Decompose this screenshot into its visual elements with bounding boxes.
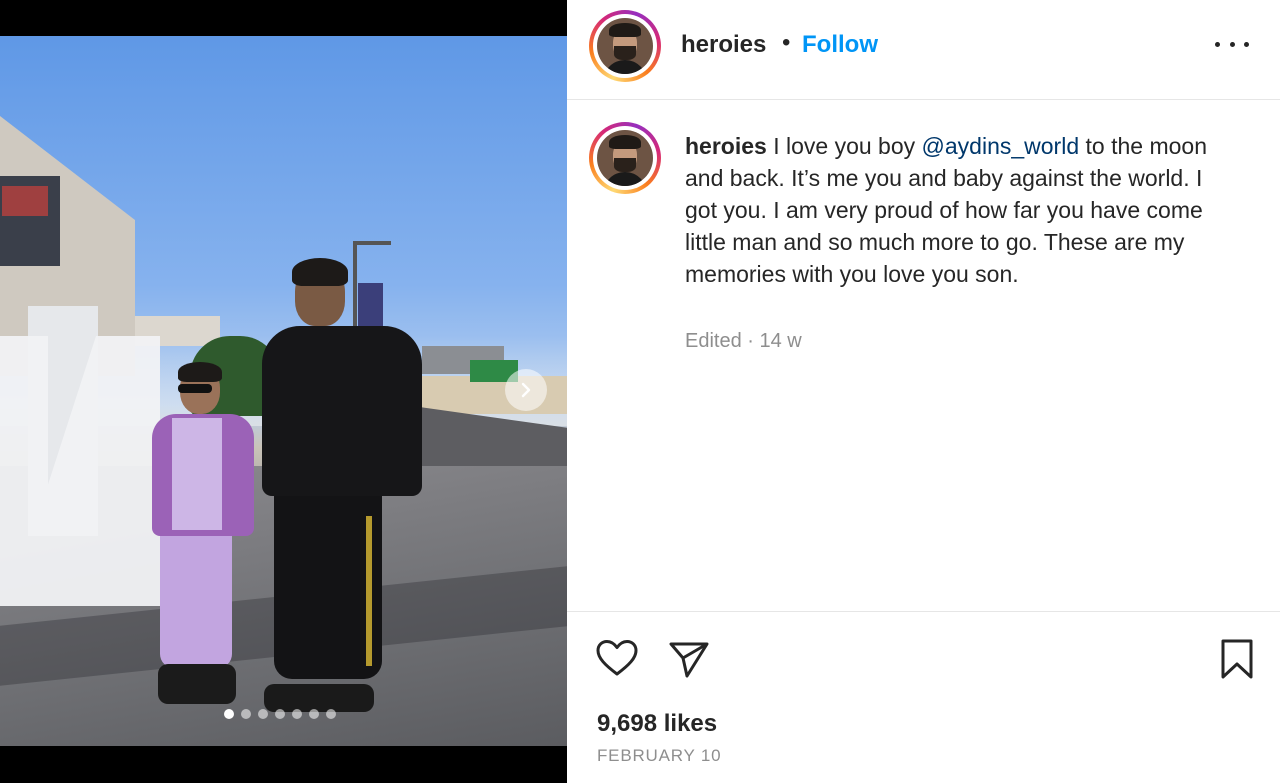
paper-plane-icon [669, 642, 709, 678]
carousel-indicator [224, 709, 336, 719]
photo-boy-pants [160, 528, 232, 668]
carousel-dot [326, 709, 336, 719]
like-button[interactable] [595, 637, 639, 681]
caption-text: heroies I love you boy @aydins_world to … [685, 130, 1235, 290]
avatar-hair [609, 135, 641, 149]
heart-outline-icon [596, 640, 638, 676]
avatar-body [603, 172, 647, 186]
save-button[interactable] [1215, 637, 1259, 681]
avatar-border [593, 14, 657, 78]
avatar-image [597, 130, 653, 186]
photo-boy-hair [178, 362, 222, 382]
bookmark-outline-icon [1221, 639, 1253, 679]
follow-button[interactable]: Follow [802, 31, 878, 59]
post-footer: 9,698 likes FEBRUARY 10 [567, 611, 1280, 783]
avatar-beard [614, 158, 636, 172]
header-username[interactable]: heroies [681, 31, 766, 59]
caption-mention-link[interactable]: @aydins_world [922, 133, 1080, 159]
avatar-body [603, 60, 647, 74]
photo-boy-sunglasses [178, 384, 212, 393]
more-horizontal-icon [1229, 41, 1235, 47]
chevron-right-icon [521, 382, 531, 398]
header-separator: • [782, 29, 791, 56]
photo-street-light-arm [353, 241, 391, 245]
photo-man-hoodie [262, 326, 422, 496]
header-avatar[interactable] [589, 10, 661, 82]
photo-boy-shoes [158, 664, 236, 704]
meta-separator: · [741, 330, 760, 352]
carousel-dot [292, 709, 302, 719]
more-horizontal-icon [1215, 41, 1220, 47]
carousel-dot [241, 709, 251, 719]
more-horizontal-icon [1244, 41, 1249, 47]
photo-man-hair [292, 258, 348, 286]
caption-meta: Edited · 14 w [685, 330, 802, 353]
edited-label: Edited [685, 330, 742, 352]
post-photo [0, 36, 567, 746]
photo-building-sign [2, 186, 48, 216]
share-button[interactable] [667, 638, 711, 682]
post-media[interactable] [0, 0, 567, 783]
photo-man-sandals [264, 684, 374, 712]
photo-boy-shirt [172, 418, 222, 530]
likes-count[interactable]: 9,698 likes [597, 710, 717, 738]
avatar-border [593, 126, 657, 190]
caption-text-start: I love you boy [766, 133, 922, 159]
carousel-dot-active [224, 709, 234, 719]
photo-man-stripe [366, 516, 372, 666]
carousel-dot [258, 709, 268, 719]
caption-avatar[interactable] [589, 122, 661, 194]
next-slide-button[interactable] [505, 369, 547, 411]
caption-username[interactable]: heroies [685, 133, 767, 159]
post-date[interactable]: FEBRUARY 10 [597, 746, 721, 766]
avatar-image [597, 18, 653, 74]
carousel-dot [275, 709, 285, 719]
carousel-dot [309, 709, 319, 719]
avatar-hair [609, 23, 641, 37]
more-options-button[interactable] [1215, 32, 1249, 56]
post-side-panel: heroies • Follow heroies I love you boy … [567, 0, 1280, 783]
post-header: heroies • Follow [567, 0, 1280, 100]
avatar-beard [614, 46, 636, 60]
post-age[interactable]: 14 w [760, 330, 802, 352]
